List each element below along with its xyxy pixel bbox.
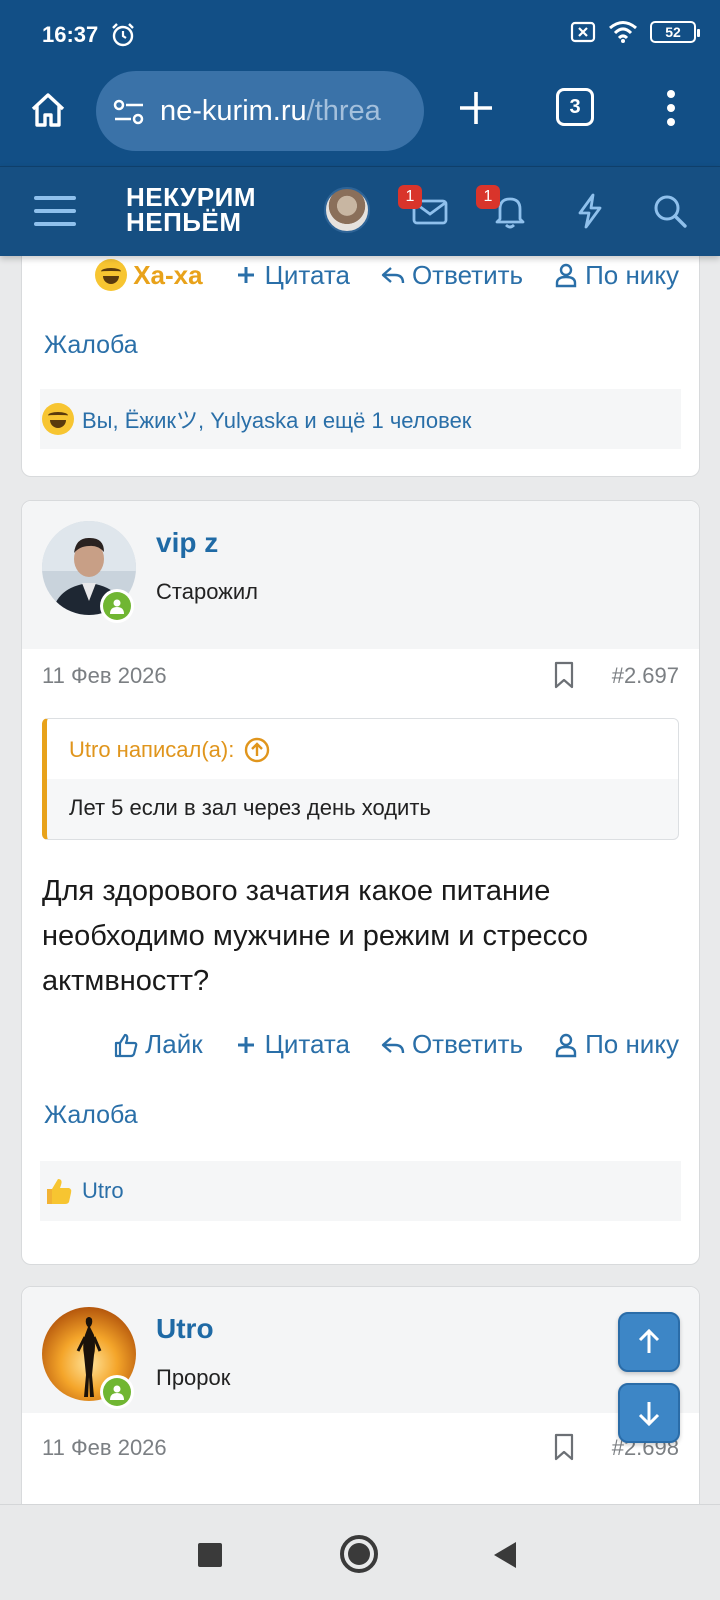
online-indicator xyxy=(100,589,134,623)
new-tab-icon[interactable] xyxy=(456,88,496,128)
quote-author[interactable]: Utro написал(а): xyxy=(69,737,234,763)
status-icons: 52 xyxy=(570,20,700,44)
status-time: 16:37 xyxy=(42,22,99,47)
url-domain: ne-kurim.ru xyxy=(160,95,307,127)
scroll-up-button[interactable] xyxy=(618,1312,680,1372)
reply-label: Ответить xyxy=(411,1029,524,1059)
reply-icon xyxy=(381,1036,405,1053)
url-path: /threa xyxy=(306,95,381,127)
account-avatar[interactable] xyxy=(324,187,370,233)
post-body: Для здорового зачатия какое питание необ… xyxy=(42,875,589,997)
reply-button[interactable]: Ответить xyxy=(380,260,523,291)
tab-count-button[interactable]: 3 xyxy=(556,88,594,126)
alerts-badge: 1 xyxy=(476,185,500,209)
reactions-summary[interactable]: Вы, Ёжикツ, Yulyaska и ещё 1 человек xyxy=(40,389,681,449)
laughing-emoji-icon xyxy=(95,259,128,291)
like-label: Лайк xyxy=(145,1029,203,1059)
plus-icon xyxy=(237,267,254,283)
quote-button[interactable]: Цитата xyxy=(233,260,350,291)
quote-button[interactable]: Цитата xyxy=(233,1029,350,1060)
alarm-icon xyxy=(112,23,134,47)
laughing-emoji-icon xyxy=(42,403,74,435)
quote-block: Utro написал(а): Лет 5 если в зал через … xyxy=(42,718,679,840)
bookmark-icon[interactable] xyxy=(553,661,575,689)
user-icon xyxy=(555,263,577,288)
thumbs-up-emoji-icon xyxy=(47,1179,72,1204)
menu-icon[interactable] xyxy=(34,193,76,229)
recents-icon[interactable] xyxy=(198,1543,222,1567)
messages-badge: 1 xyxy=(398,185,422,209)
post-actions: Лайк Цитата Ответить По нику xyxy=(113,1029,679,1060)
site-header: НЕКУРИМ НЕПЬЁМ 1 1 xyxy=(0,166,720,256)
home-button-icon[interactable] xyxy=(340,1535,378,1573)
author-title: Пророк xyxy=(156,1365,231,1390)
search-icon[interactable] xyxy=(650,191,690,231)
system-nav-bar xyxy=(0,1504,720,1600)
more-vert-icon[interactable] xyxy=(656,88,686,128)
reaction-label: Ха-ха xyxy=(133,259,203,290)
by-nick-label: По нику xyxy=(585,259,679,290)
post-card-previous: Ха-ха Цитата Ответить По нику Жалоба Вы,… xyxy=(21,236,700,477)
site-settings-icon[interactable] xyxy=(112,97,146,127)
post-card-2697: vip z Старожил 11 Фев 2026 #2.697 Utro н… xyxy=(21,500,700,1265)
lightning-icon[interactable] xyxy=(570,191,610,231)
thumbs-up-icon xyxy=(115,1033,138,1057)
battery-level: 52 xyxy=(665,24,681,40)
post-author-block: vip z Старожил xyxy=(22,501,699,649)
by-nick-button[interactable]: По нику xyxy=(553,1029,679,1060)
back-icon[interactable] xyxy=(494,1542,516,1568)
quote-header[interactable]: Utro написал(а): xyxy=(47,719,678,779)
author-name[interactable]: vip z xyxy=(156,527,218,559)
home-icon[interactable] xyxy=(28,90,68,130)
plus-icon xyxy=(237,1036,254,1053)
post-number[interactable]: #2.697 xyxy=(612,663,679,689)
by-nick-label: По нику xyxy=(585,1029,679,1059)
arrow-down-icon xyxy=(638,1402,660,1427)
scroll-down-button[interactable] xyxy=(618,1383,680,1443)
battery-icon: 52 xyxy=(650,21,700,43)
reply-button[interactable]: Ответить xyxy=(380,1029,523,1060)
reply-label: Ответить xyxy=(411,259,524,290)
quote-text: Лет 5 если в зал через день ходить xyxy=(69,795,431,820)
user-online-icon xyxy=(110,599,124,614)
post-author-block: Utro Пророк xyxy=(22,1287,699,1413)
like-button[interactable]: Лайк xyxy=(113,1029,203,1060)
bookmark-icon[interactable] xyxy=(553,1433,575,1461)
url-text: ne-kurim.ru/threa xyxy=(160,95,381,128)
reactions-users[interactable]: Utro xyxy=(82,1178,124,1204)
quote-label: Цитата xyxy=(264,1029,350,1059)
author-title: Старожил xyxy=(156,579,259,604)
sim-missing-icon xyxy=(570,21,596,43)
complaint-link[interactable]: Жалоба xyxy=(44,1101,138,1130)
reactions-users[interactable]: Вы, Ёжикツ, Yulyaska и ещё 1 человек xyxy=(82,403,471,435)
quote-label: Цитата xyxy=(264,259,350,290)
reaction-button[interactable]: Ха-ха xyxy=(95,259,203,291)
reply-icon xyxy=(381,267,405,284)
user-online-icon xyxy=(110,1385,124,1400)
arrow-up-circle-icon[interactable] xyxy=(244,737,270,763)
online-indicator xyxy=(100,1375,134,1409)
post-date[interactable]: 11 Фев 2026 xyxy=(42,1435,167,1461)
address-bar[interactable]: ne-kurim.ru/threa xyxy=(96,71,424,151)
post-date[interactable]: 11 Фев 2026 xyxy=(42,663,167,689)
post-actions: Ха-ха Цитата Ответить По нику xyxy=(95,259,679,291)
wifi-icon xyxy=(609,21,637,43)
status-bar: 16:37 52 xyxy=(0,0,720,66)
reactions-summary[interactable]: Utro xyxy=(40,1161,681,1221)
site-logo[interactable]: НЕКУРИМ НЕПЬЁМ xyxy=(126,184,256,237)
by-nick-button[interactable]: По нику xyxy=(553,260,679,291)
author-name[interactable]: Utro xyxy=(156,1313,214,1345)
user-icon xyxy=(555,1033,577,1057)
browser-toolbar: ne-kurim.ru/threa 3 xyxy=(0,66,720,166)
logo-line-2: НЕПЬЁМ xyxy=(126,207,242,237)
complaint-link[interactable]: Жалоба xyxy=(44,331,138,360)
arrow-up-icon xyxy=(638,1328,660,1353)
